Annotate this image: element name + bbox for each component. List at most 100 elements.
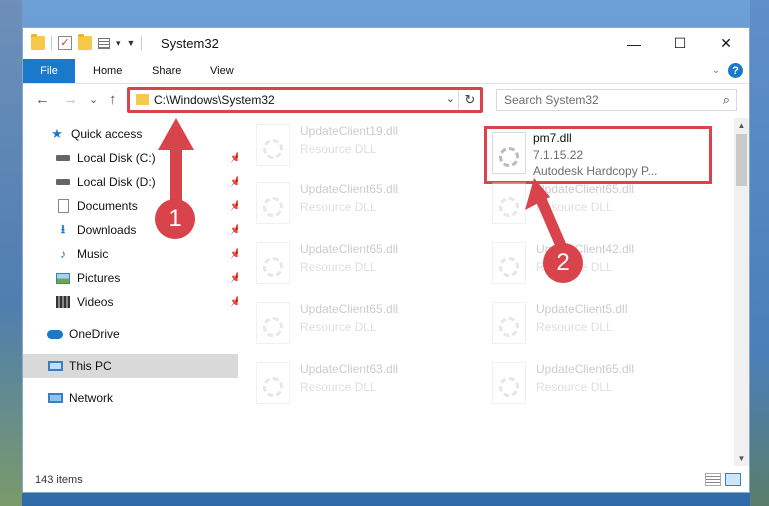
music-icon: ♪ — [60, 247, 66, 261]
list-item[interactable]: UpdateClient65.dll Resource DLL — [248, 178, 478, 230]
dll-file-icon — [492, 182, 526, 224]
star-icon: ★ — [51, 126, 63, 141]
tiles-view-icon[interactable] — [725, 473, 741, 486]
sidebar-item-label: Local Disk (D:) — [77, 175, 156, 189]
sidebar-item-documents[interactable]: Documents 📌 — [23, 194, 248, 218]
up-button[interactable]: ↑ — [109, 91, 117, 108]
step-2-badge: 2 — [543, 243, 583, 283]
expand-ribbon-icon[interactable]: ⌄ — [712, 65, 720, 76]
dll-file-icon — [256, 242, 290, 284]
dll-file-icon — [492, 132, 526, 174]
quick-access-toolbar: ✓ ▾ ▼ — [31, 34, 143, 50]
tab-share[interactable]: Share — [152, 59, 181, 83]
search-icon[interactable]: ⌕ — [723, 92, 730, 108]
sidebar-item-pictures[interactable]: Pictures 📌 — [23, 266, 248, 290]
tab-home[interactable]: Home — [93, 59, 122, 83]
file-name: pm7.dll — [533, 131, 572, 145]
address-highlight-box — [127, 87, 483, 113]
sidebar-item-label: OneDrive — [69, 327, 120, 341]
list-item[interactable]: UpdateClient63.dll Resource DLL — [248, 358, 478, 410]
file-name: UpdateClient65.dll — [300, 182, 399, 196]
close-button[interactable]: ✕ — [703, 28, 749, 59]
file-company: Autodesk Hardcopy P... — [533, 164, 658, 178]
file-type: Resource DLL — [300, 200, 377, 214]
folder-icon[interactable] — [31, 34, 45, 50]
sidebar-item-downloads[interactable]: ⭳ Downloads 📌 — [23, 218, 248, 242]
status-bar: 143 items — [23, 469, 749, 492]
sidebar-item-label: Quick access — [71, 127, 143, 141]
step-1-badge: 1 — [155, 199, 195, 239]
file-type: Resource DLL — [536, 200, 613, 214]
navigation-pane: ★ Quick access Local Disk (C:) 📌 Local D… — [23, 122, 242, 466]
scroll-thumb[interactable] — [736, 134, 747, 186]
computer-icon — [47, 359, 63, 373]
list-item[interactable]: UpdateClient65.dll Resource DLL — [484, 178, 714, 230]
recent-locations-button[interactable]: ⌄ — [89, 93, 98, 106]
back-button[interactable]: ← — [35, 91, 50, 108]
list-item[interactable]: UpdateClient65.dll Resource DLL — [248, 298, 478, 350]
list-item[interactable]: UpdateClient42.dll Resource DLL — [484, 238, 714, 290]
sidebar-item-onedrive[interactable]: OneDrive — [23, 322, 240, 346]
downloads-icon: ⭳ — [60, 221, 66, 236]
window-title: System32 — [161, 36, 219, 51]
dll-file-icon — [256, 362, 290, 404]
list-item[interactable]: UpdateClient65.dll Resource DLL — [248, 238, 478, 290]
forward-button[interactable]: → — [63, 91, 78, 108]
new-folder-icon[interactable] — [78, 34, 92, 50]
disk-icon — [55, 175, 71, 189]
properties-icon[interactable] — [98, 37, 110, 49]
pictures-icon — [55, 271, 71, 285]
list-item[interactable]: UpdateClient5.dll Resource DLL — [484, 298, 714, 350]
sidebar-item-label: This PC — [69, 359, 112, 373]
customize-toolbar-icon[interactable]: ▼ — [127, 38, 136, 48]
ribbon-tabs: File Home Share View ⌄ ? — [23, 59, 749, 84]
help-icon[interactable]: ? — [728, 63, 743, 78]
videos-icon — [55, 295, 71, 309]
sidebar-item-label: Local Disk (C:) — [77, 151, 156, 165]
search-input[interactable]: Search System32 ⌕ — [496, 89, 737, 111]
scroll-down-icon[interactable]: ▼ — [734, 451, 749, 466]
list-item[interactable]: UpdateClient65.dll Resource DLL — [484, 358, 714, 410]
properties-check-icon[interactable]: ✓ — [58, 36, 72, 50]
file-name: UpdateClient65.dll — [536, 182, 635, 196]
minimize-button[interactable]: — — [611, 28, 657, 59]
sidebar-item-quick-access[interactable]: ★ Quick access — [23, 122, 242, 146]
sidebar-item-local-disk-d[interactable]: Local Disk (D:) 📌 — [23, 170, 248, 194]
title-bar: ✓ ▾ ▼ System32 — ☐ ✕ — [23, 28, 749, 59]
file-name: UpdateClient5.dll — [536, 302, 628, 316]
network-icon — [47, 391, 63, 405]
maximize-button[interactable]: ☐ — [657, 28, 703, 59]
details-view-icon[interactable] — [705, 473, 721, 486]
sidebar-item-label: Music — [77, 247, 109, 261]
sidebar-item-network[interactable]: Network — [23, 386, 240, 410]
cloud-icon — [47, 327, 63, 341]
file-name: UpdateClient19.dll — [300, 124, 399, 138]
list-item[interactable]: UpdateClient19.dll Resource DLL — [248, 120, 478, 172]
dll-file-icon — [492, 242, 526, 284]
desktop-background-left — [0, 0, 22, 506]
item-count: 143 items — [35, 474, 83, 486]
desktop-background-right — [750, 0, 769, 506]
file-type: Resource DLL — [536, 320, 613, 334]
explorer-window: ✓ ▾ ▼ System32 — ☐ ✕ File Home Share Vie… — [22, 27, 750, 493]
list-item-selected[interactable]: pm7.dll 7.1.15.22 Autodesk Hardcopy P... — [484, 126, 712, 184]
toolbar-separator — [51, 36, 52, 50]
sidebar-item-label: Network — [69, 391, 114, 405]
sidebar-item-label: Videos — [77, 295, 114, 309]
sidebar-item-music[interactable]: ♪ Music 📌 — [23, 242, 248, 266]
sidebar-item-local-disk-c[interactable]: Local Disk (C:) 📌 — [23, 146, 248, 170]
tab-file[interactable]: File — [23, 59, 75, 83]
chevron-down-icon[interactable]: ▾ — [116, 38, 121, 49]
file-name: UpdateClient65.dll — [300, 302, 399, 316]
tab-view[interactable]: View — [210, 59, 234, 83]
file-list: UpdateClient19.dll Resource DLL pm7.dll … — [238, 118, 734, 466]
scroll-up-icon[interactable]: ▲ — [734, 118, 749, 133]
navigation-bar: ← → ⌄ ↑ C:\Windows\System32 ⌄ ↻ Search S… — [23, 84, 749, 116]
sidebar-item-this-pc[interactable]: This PC — [23, 354, 240, 378]
file-type: Resource DLL — [300, 380, 377, 394]
vertical-scrollbar[interactable]: ▲ ▼ — [734, 118, 749, 466]
sidebar-item-label: Pictures — [77, 271, 121, 285]
sidebar-item-videos[interactable]: Videos 📌 — [23, 290, 248, 314]
file-name: UpdateClient63.dll — [300, 362, 399, 376]
dll-file-icon — [256, 182, 290, 224]
